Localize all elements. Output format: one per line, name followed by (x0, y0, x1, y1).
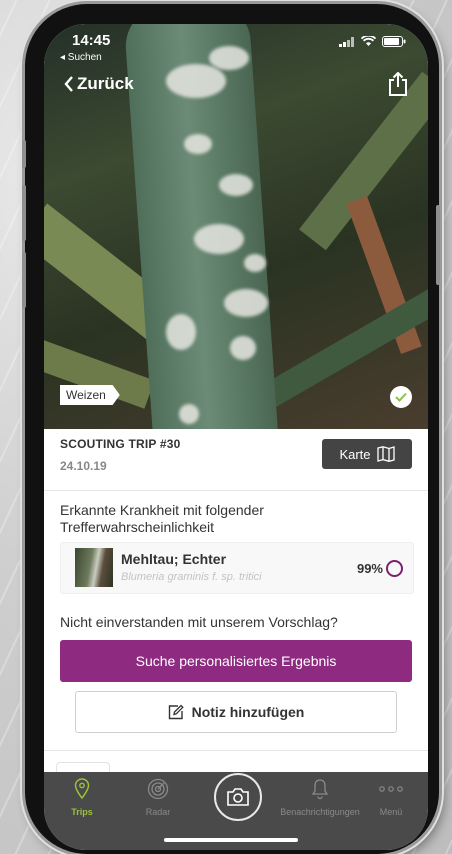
edit-note-icon (168, 704, 184, 720)
wifi-icon (361, 36, 376, 46)
battery-icon (382, 36, 406, 47)
location-pin-icon (74, 778, 90, 800)
cellular-signal-icon (339, 36, 354, 47)
app-screen: 14:45 ◂ Suchen Zurück Weizen SCOUTING TR… (44, 24, 428, 850)
divider (44, 750, 428, 751)
back-label: Zurück (77, 74, 134, 93)
share-button[interactable] (388, 71, 408, 101)
phone-volume-up (22, 185, 26, 241)
camera-button[interactable] (214, 773, 262, 821)
phone-power-button (436, 205, 440, 285)
trip-title: SCOUTING TRIP #30 (60, 437, 181, 451)
tab-menu[interactable]: Menü (358, 778, 424, 817)
select-radio[interactable] (386, 560, 403, 577)
mildew-spot (194, 224, 244, 254)
phone-mute-switch (22, 140, 26, 168)
verified-badge (390, 386, 412, 408)
status-time: 14:45 (72, 32, 111, 49)
mildew-spot (209, 46, 249, 70)
bell-icon (311, 779, 329, 800)
crop-tag: Weizen (60, 385, 120, 405)
tab-radar-label: Radar (145, 807, 171, 817)
status-icons (339, 36, 406, 47)
mildew-spot (179, 404, 199, 424)
add-note-button[interactable]: Notiz hinzufügen (75, 691, 397, 733)
mildew-spot (244, 254, 266, 272)
tab-bar: Trips Radar Benachrichtigungen Menü (44, 772, 428, 850)
map-icon (376, 446, 395, 462)
map-button-label: Karte (339, 446, 371, 462)
radar-icon (147, 778, 169, 800)
disease-latin-name: Blumeria graminis f. sp. tritici (121, 571, 262, 583)
scouting-photo: 14:45 ◂ Suchen Zurück Weizen (44, 24, 428, 429)
disease-thumbnail (75, 548, 113, 587)
mildew-spot (219, 174, 253, 196)
add-note-label: Notiz hinzufügen (191, 704, 305, 720)
mildew-spot (166, 64, 226, 98)
personalized-result-button[interactable]: Suche personalisiertes Ergebnis (60, 640, 412, 682)
trip-details: SCOUTING TRIP #30 24.10.19 Karte Erkannt… (44, 429, 428, 783)
mildew-spot (184, 134, 212, 154)
tab-trips[interactable]: Trips (44, 778, 120, 817)
disease-name: Mehltau; Echter (121, 551, 227, 567)
camera-icon (227, 788, 249, 806)
divider (44, 490, 428, 491)
checkmark-icon (395, 392, 407, 402)
status-back-to-app[interactable]: ◂ Suchen (60, 52, 102, 63)
back-button[interactable]: Zurück (64, 74, 134, 94)
detection-heading: Erkannte Krankheit mit folgender Treffer… (60, 502, 264, 535)
tab-notifications-label: Benachrichtigungen (280, 807, 360, 817)
mildew-spot (224, 289, 268, 317)
map-button[interactable]: Karte (322, 439, 412, 469)
chevron-left-icon (64, 76, 73, 92)
disagree-question: Nicht einverstanden mit unserem Vorschla… (60, 614, 338, 630)
home-indicator (164, 838, 298, 842)
disease-result-item[interactable]: Mehltau; Echter Blumeria graminis f. sp.… (60, 542, 414, 594)
tab-radar[interactable]: Radar (120, 778, 196, 817)
tab-trips-label: Trips (71, 807, 93, 817)
tab-notifications[interactable]: Benachrichtigungen (275, 778, 365, 817)
mildew-spot (166, 314, 196, 350)
trip-date: 24.10.19 (60, 459, 107, 473)
more-dots-icon (379, 786, 403, 792)
mildew-spot (230, 336, 256, 360)
share-icon (389, 71, 407, 96)
match-probability: 99% (356, 561, 383, 576)
tab-menu-label: Menü (379, 807, 403, 817)
phone-volume-down (22, 252, 26, 308)
